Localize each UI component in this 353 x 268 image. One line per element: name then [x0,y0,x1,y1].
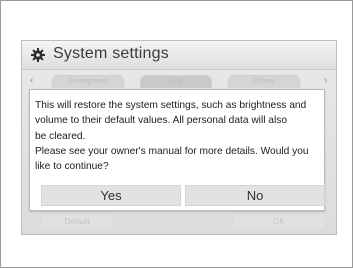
no-button[interactable]: No [185,185,325,206]
dialog-message-line: volume to their default values. All pers… [35,115,287,127]
dialog-message-line: like to continue? [35,161,109,173]
dialog-message: This will restore the system settings, s… [35,98,325,174]
dialog-message-line: Please see your owner's manual for more … [35,145,309,157]
settings-screen: System settings ‹ Smartphone Unit Others… [21,40,337,235]
figure-frame: System settings ‹ Smartphone Unit Others… [0,0,353,268]
ok-button[interactable]: OK [234,215,324,228]
window-title: System settings [53,45,169,62]
tab-others[interactable]: Others [228,75,300,88]
tab-smartphone[interactable]: Smartphone [52,75,124,88]
scroll-left-arrow-icon[interactable]: ‹ [30,75,33,87]
yes-button[interactable]: Yes [41,185,181,206]
title-bar: System settings [22,41,336,70]
confirm-dialog: This will restore the system settings, s… [29,89,325,211]
tab-unit[interactable]: Unit [140,75,212,88]
dialog-message-line: This will restore the system settings, s… [35,100,307,111]
scroll-right-arrow-icon[interactable]: › [324,75,327,87]
gear-icon [31,48,45,62]
settings-tabs: Smartphone Unit Others [34,75,322,88]
default-button[interactable]: Default [42,215,112,228]
dialog-message-line: be cleared. [35,130,86,142]
